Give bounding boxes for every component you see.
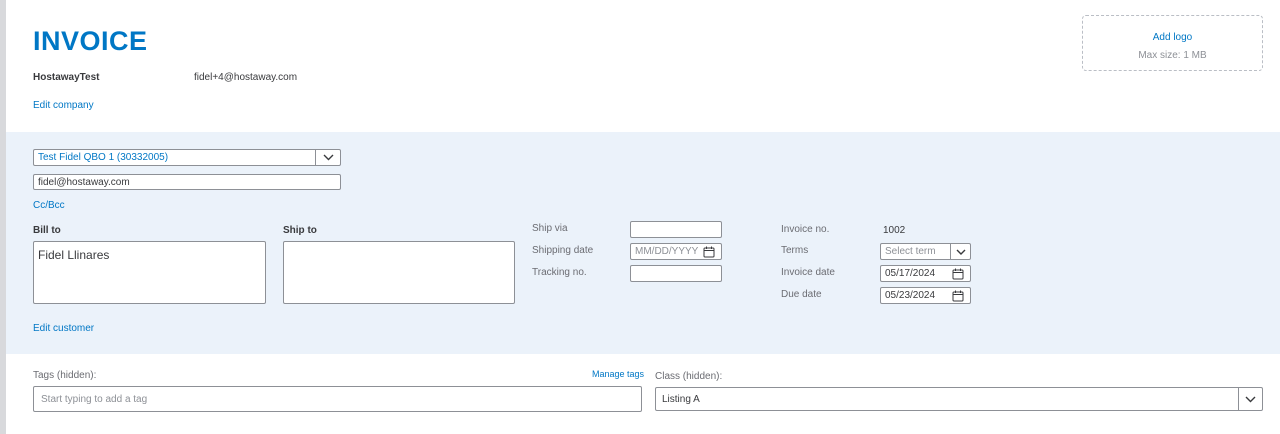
calendar-icon[interactable] [950, 267, 966, 281]
bill-to-address[interactable]: Fidel Llinares [33, 241, 266, 304]
invoice-date-input[interactable]: 05/17/2024 [880, 265, 971, 282]
calendar-icon[interactable] [950, 289, 966, 303]
bill-to-value: Fidel Llinares [38, 248, 110, 262]
company-name: HostawayTest [33, 72, 100, 83]
chevron-down-icon[interactable] [950, 244, 970, 259]
add-logo-dropzone[interactable]: Add logo Max size: 1 MB [1082, 15, 1263, 71]
class-label: Class (hidden): [655, 371, 723, 382]
cc-bcc-link[interactable]: Cc/Bcc [33, 200, 65, 211]
customer-select-value: Test Fidel QBO 1 (30332005) [38, 152, 169, 163]
page-title: INVOICE [33, 26, 148, 56]
terms-select[interactable]: Select term [880, 243, 971, 260]
invoice-date-value: 05/17/2024 [885, 268, 936, 279]
ship-to-address[interactable] [283, 241, 515, 304]
edit-company-link[interactable]: Edit company [33, 100, 94, 111]
manage-tags-link[interactable]: Manage tags [592, 369, 644, 379]
bill-to-label: Bill to [33, 225, 61, 236]
ship-to-label: Ship to [283, 225, 317, 236]
tags-placeholder: Start typing to add a tag [41, 393, 148, 405]
terms-label: Terms [781, 245, 809, 256]
shipping-date-input[interactable]: MM/DD/YYYY [630, 243, 722, 260]
customer-email-field[interactable]: fidel@hostaway.com [33, 174, 341, 190]
due-date-label: Due date [781, 289, 822, 300]
invoice-number-label: Invoice no. [781, 224, 830, 235]
tracking-label: Tracking no. [532, 267, 587, 278]
tags-label: Tags (hidden): [33, 370, 97, 381]
class-value: Listing A [662, 393, 700, 405]
logo-max-size: Max size: 1 MB [1138, 50, 1207, 61]
class-select[interactable]: Listing A [655, 387, 1263, 411]
add-logo-label[interactable]: Add logo [1083, 32, 1262, 43]
edit-customer-link[interactable]: Edit customer [33, 323, 94, 334]
customer-email-value: fidel@hostaway.com [38, 176, 130, 188]
due-date-input[interactable]: 05/23/2024 [880, 287, 971, 304]
calendar-icon[interactable] [701, 245, 717, 259]
shipping-date-placeholder: MM/DD/YYYY [635, 246, 699, 257]
invoice-date-label: Invoice date [781, 267, 835, 278]
company-email: fidel+4@hostaway.com [194, 72, 298, 83]
tracking-input[interactable] [630, 265, 722, 282]
due-date-value: 05/23/2024 [885, 290, 936, 301]
terms-placeholder: Select term [885, 246, 936, 257]
ship-via-label: Ship via [532, 223, 568, 234]
tags-input[interactable]: Start typing to add a tag [33, 386, 642, 412]
chevron-down-icon[interactable] [315, 150, 340, 165]
invoice-number-value: 1002 [883, 225, 906, 236]
shipping-date-label: Shipping date [532, 245, 594, 256]
customer-select[interactable]: Test Fidel QBO 1 (30332005) [33, 149, 341, 166]
ship-via-input[interactable] [630, 221, 722, 238]
chevron-down-icon[interactable] [1238, 388, 1262, 410]
